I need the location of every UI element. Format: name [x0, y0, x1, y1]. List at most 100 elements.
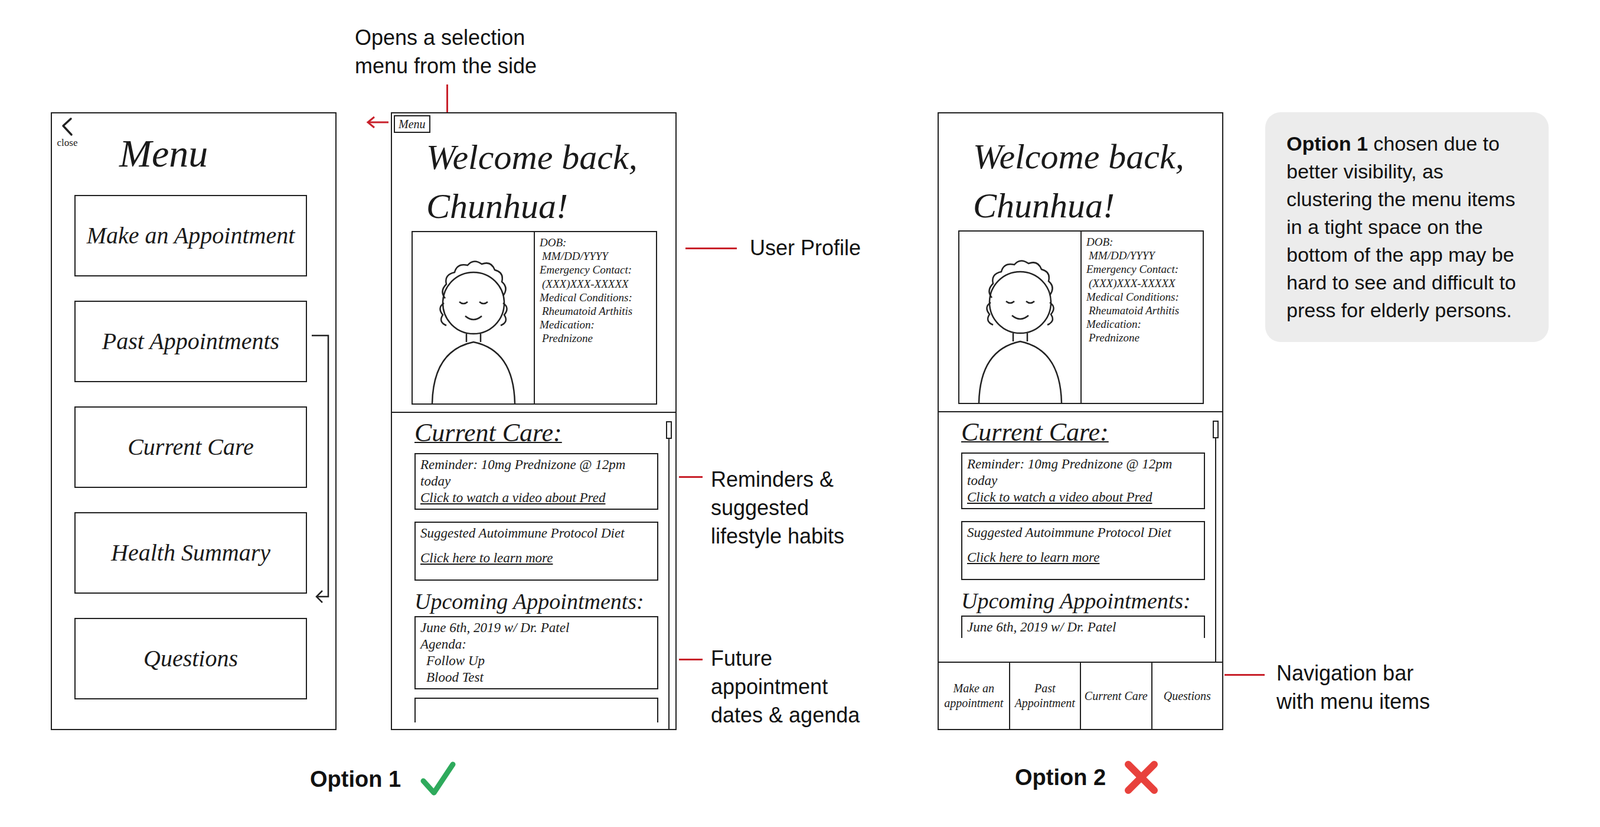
header-spacer	[938, 113, 1223, 133]
scroll-thumb[interactable]	[665, 420, 672, 439]
menu-list: Make an Appointment Past Appointments Curr…	[51, 194, 336, 700]
menu-item[interactable]: Make an Appointment	[74, 194, 308, 277]
bracket-arrow-icon	[310, 332, 335, 605]
appointments-label-line: Future	[710, 644, 860, 673]
left-arrow-icon	[366, 115, 390, 130]
nav-item[interactable]: Make an appointment	[938, 662, 1010, 729]
home-screen: Welcome back,Chunhua!DOB:MM/DD/YYYYEmerg…	[937, 112, 1224, 730]
appointment-card[interactable]: June 6th, 2019 w/ Dr. PatelAgenda:Follow…	[414, 615, 659, 690]
scroll-track	[668, 438, 670, 729]
annotation-line: menu from the side	[354, 51, 537, 81]
greeting-line: Chunhua!	[972, 181, 1223, 231]
close-label: close	[57, 136, 78, 149]
reminders-label: Reminders &suggestedlifestyle habits	[710, 465, 845, 551]
chevron-left-icon	[60, 116, 75, 137]
video-link[interactable]: Click to watch a video about Pred	[420, 489, 653, 506]
divider	[392, 411, 676, 413]
menu-annotation: Opens a selectionmenu from the side	[354, 23, 537, 81]
learn-more-link[interactable]: Click here to learn more	[967, 549, 1200, 566]
profile-label: DOB:	[1086, 234, 1201, 249]
scrollbar[interactable]	[664, 420, 674, 729]
upcoming-title: Upcoming Appointments:	[414, 586, 659, 616]
user-profile: DOB:MM/DD/YYYYEmergency Contact:(XXX)XXX…	[411, 230, 658, 405]
appointment-card[interactable]: June 6th, 2019 w/ Dr. Patel	[961, 615, 1206, 638]
diet-text: Suggested Autoimmune Protocol Diet	[967, 524, 1200, 541]
home-screen: MenuWelcome back,Chunhua!DOB:MM/DD/YYYYE…	[390, 112, 677, 730]
video-link[interactable]: Click to watch a video about Pred	[967, 488, 1200, 506]
profile-label: Emergency Contact:	[539, 262, 654, 277]
greeting-line: Welcome back,	[426, 132, 676, 182]
scroll-track	[1215, 438, 1217, 662]
check-icon	[418, 759, 458, 799]
appointments-label-line: dates & agenda	[710, 700, 860, 730]
reminder-card: Reminder: 10mg Prednizone @ 12pm todayCl…	[961, 452, 1206, 509]
decision-note: Option 1 chosen due to better visibility…	[1265, 112, 1549, 342]
profile-value: (XXX)XXX-XXXXX	[1086, 276, 1201, 290]
menu-item[interactable]: Current Care	[74, 406, 308, 488]
upcoming-title: Upcoming Appointments:	[961, 585, 1206, 616]
reminders-label-line: lifestyle habits	[710, 521, 845, 551]
profile-value: MM/DD/YYYY	[539, 249, 654, 263]
profile-info: DOB:MM/DD/YYYYEmergency Contact:(XXX)XXX…	[534, 232, 656, 404]
option-name: Option 2	[1014, 762, 1106, 792]
menu-item[interactable]: Past Appointments	[74, 300, 308, 382]
option-label: Option 2	[1014, 759, 1159, 795]
learn-more-link[interactable]: Click here to learn more	[420, 549, 653, 567]
next-card	[414, 697, 659, 723]
menu-header: close Menu	[51, 113, 336, 195]
diet-text: Suggested Autoimmune Protocol Diet	[420, 524, 653, 542]
user-profile-label-line: User Profile	[749, 233, 861, 263]
nav-bar-label-line: Navigation bar	[1276, 658, 1430, 688]
reminder-card: Reminder: 10mg Prednizone @ 12pm todayCl…	[414, 452, 659, 510]
current-care: Current Care:Reminder: 10mg Prednizone @…	[938, 412, 1223, 662]
close-button[interactable]: close	[55, 116, 80, 149]
profile-label: Emergency Contact:	[1086, 262, 1201, 276]
menu-button[interactable]: Menu	[393, 115, 431, 133]
person-avatar-icon	[961, 231, 1080, 403]
current-care-title: Current Care:	[414, 416, 659, 450]
profile-label: Medical Conditions:	[1086, 289, 1201, 304]
connector-line	[678, 658, 703, 661]
user-profile-label: User Profile	[749, 233, 861, 263]
appointments-label-line: appointment	[710, 672, 860, 701]
menu-item[interactable]: Health Summary	[74, 511, 308, 594]
nav-bar-label-line: with menu items	[1276, 687, 1430, 716]
menu-screen: close Menu Make an Appointment Past Appoint…	[50, 112, 337, 730]
portrait	[959, 231, 1082, 403]
profile-value: Rheumatoid Arthitis	[1086, 303, 1201, 318]
profile-value: Rheumatoid Arthitis	[539, 304, 654, 318]
person-avatar-icon	[414, 232, 533, 404]
annotation-line: Opens a selection	[354, 23, 537, 52]
scroll-thumb[interactable]	[1212, 420, 1219, 439]
option-label: Option 1	[309, 759, 458, 799]
agenda-label: Agenda:	[420, 635, 653, 653]
connector-line	[1224, 673, 1265, 676]
profile-label: Medical Conditions:	[539, 290, 654, 305]
profile-value: (XXX)XXX-XXXXX	[539, 276, 654, 291]
greeting-line: Chunhua!	[426, 181, 676, 231]
greeting-line: Welcome back,	[972, 132, 1223, 182]
current-care: Current Care:Reminder: 10mg Prednizone @…	[392, 412, 676, 729]
scrollbar[interactable]	[1211, 420, 1220, 662]
greeting: Welcome back,Chunhua!	[392, 132, 676, 231]
agenda-item: Follow Up	[420, 652, 653, 669]
connector-line	[685, 247, 737, 250]
profile-value: Prednizone	[1086, 330, 1201, 345]
nav-item[interactable]: Past Appointment	[1009, 662, 1081, 729]
nav-bar-label: Navigation barwith menu items	[1276, 658, 1430, 716]
profile-info: DOB:MM/DD/YYYYEmergency Contact:(XXX)XXX…	[1081, 231, 1203, 403]
profile-label: Medication:	[539, 317, 654, 332]
profile-label: DOB:	[539, 235, 654, 250]
menu-item[interactable]: Questions	[74, 617, 308, 700]
agenda-item: Blood Test	[420, 668, 653, 686]
nav-item[interactable]: Current Care	[1079, 662, 1152, 729]
nav-item[interactable]: Questions	[1151, 662, 1223, 729]
appointments-label: Futureappointmentdates & agenda	[710, 644, 860, 730]
current-care-title: Current Care:	[961, 415, 1206, 449]
diet-card: Suggested Autoimmune Protocol Diet Click …	[961, 520, 1206, 580]
reminders-label-line: suggested	[710, 493, 845, 522]
menu-title: Menu	[119, 129, 208, 178]
appointment-date: June 6th, 2019 w/ Dr. Patel	[420, 619, 653, 636]
diet-card: Suggested Autoimmune Protocol Diet Click …	[414, 521, 659, 581]
cross-icon	[1123, 759, 1159, 795]
